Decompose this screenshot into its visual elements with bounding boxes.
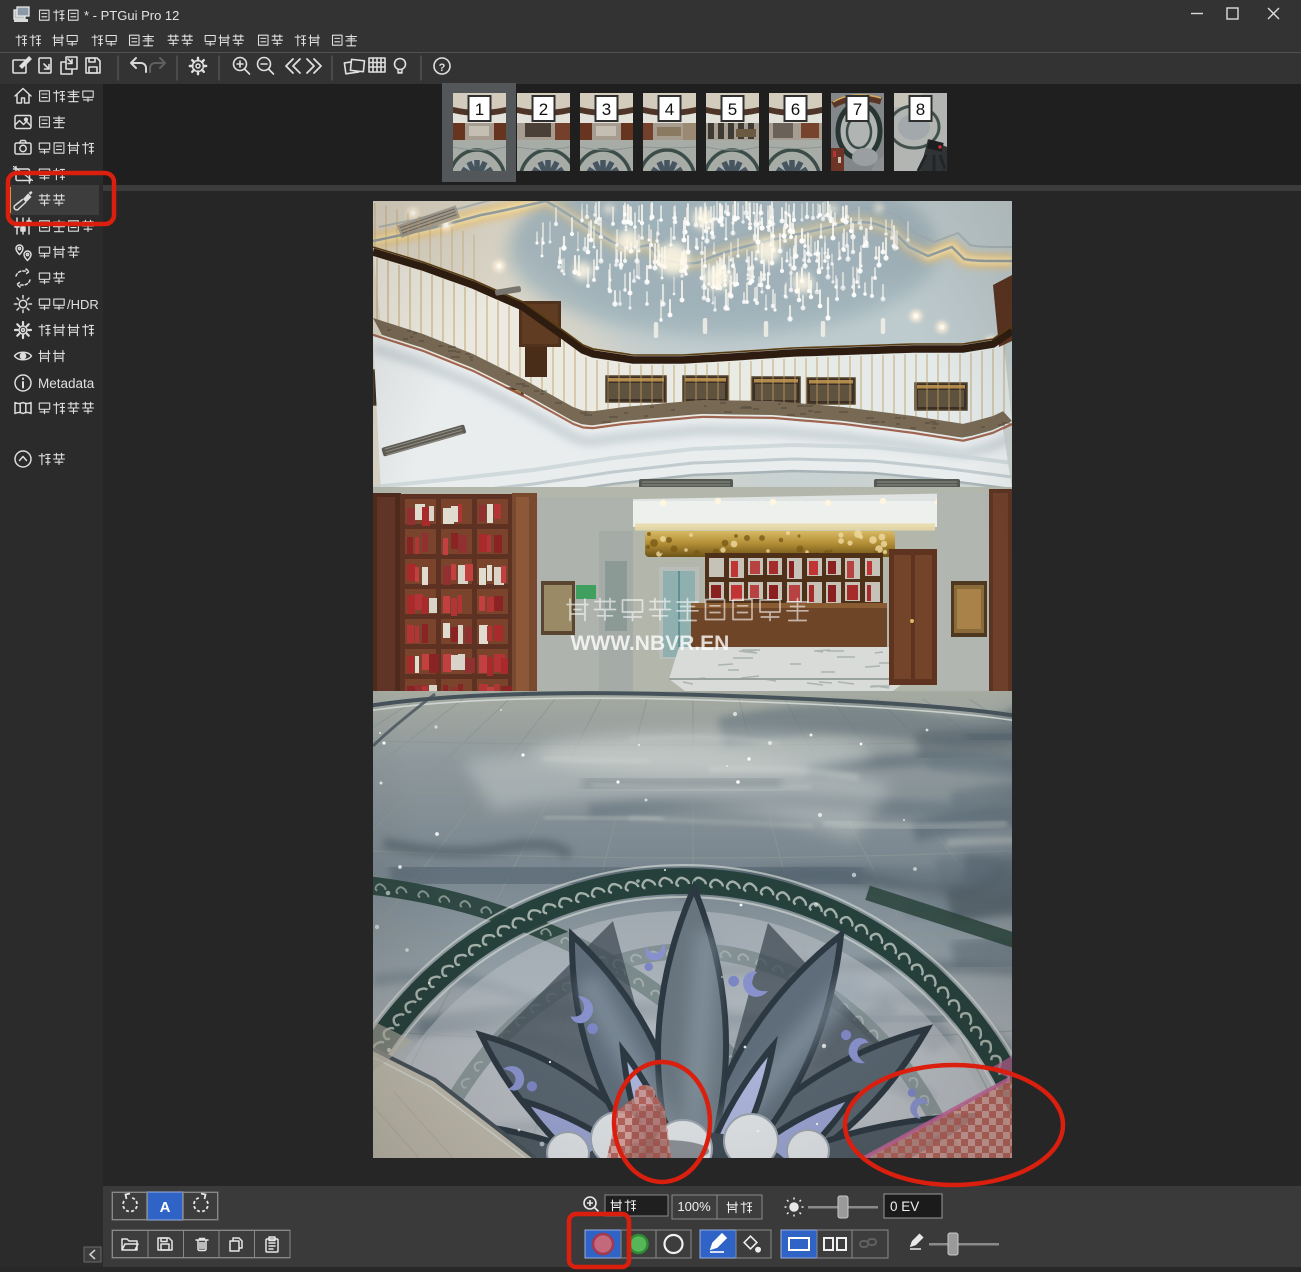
svg-text:100%: 100%: [677, 1199, 711, 1214]
svg-text:3: 3: [602, 100, 611, 119]
svg-text:7: 7: [853, 100, 862, 119]
svg-text:/HDR: /HDR: [67, 297, 99, 312]
svg-text:6: 6: [791, 100, 800, 119]
svg-text:1: 1: [475, 100, 484, 119]
svg-text:4: 4: [665, 100, 674, 119]
svg-text:?: ?: [439, 62, 446, 74]
svg-text:* - PTGui Pro 12: * - PTGui Pro 12: [84, 8, 179, 23]
svg-text:0 EV: 0 EV: [890, 1199, 919, 1214]
svg-text:5: 5: [728, 100, 737, 119]
svg-text:Metadata: Metadata: [38, 376, 95, 391]
svg-text:2: 2: [539, 100, 548, 119]
svg-text:A: A: [160, 1199, 171, 1216]
svg-text:8: 8: [916, 100, 925, 119]
